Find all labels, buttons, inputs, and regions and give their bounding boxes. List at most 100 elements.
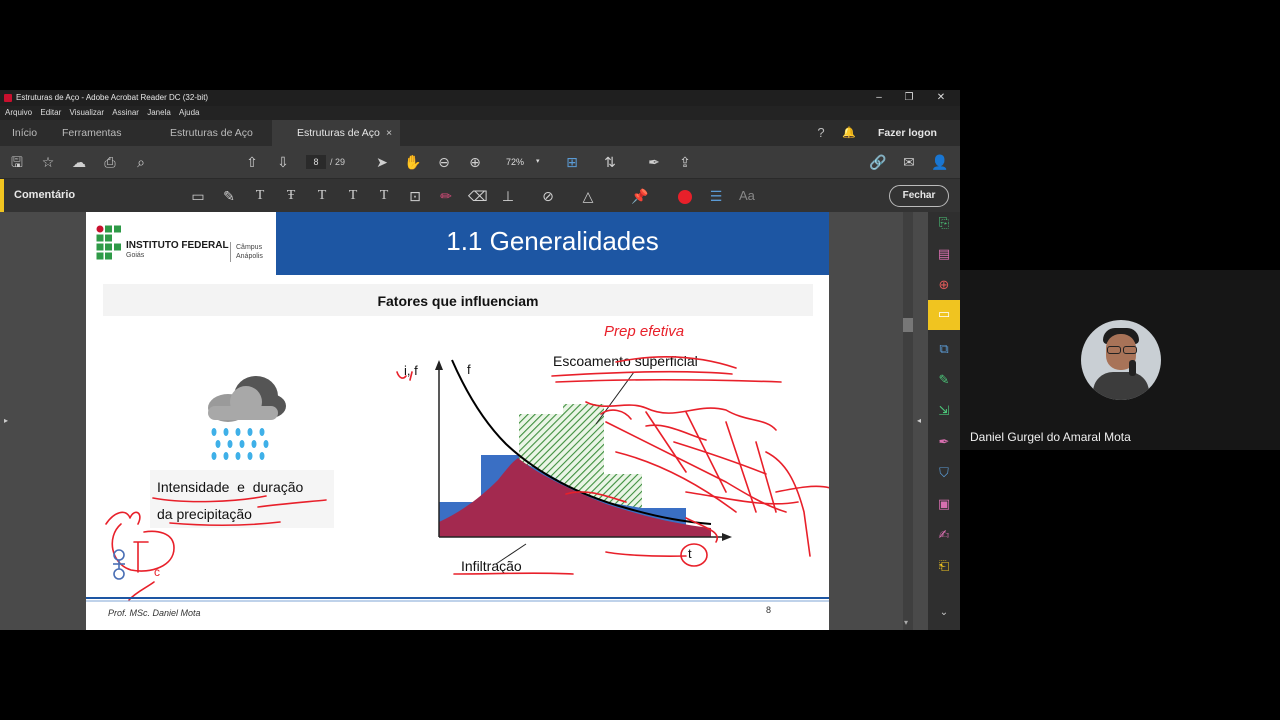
zoom-out-icon[interactable]: ⊖ bbox=[435, 153, 453, 171]
replace-text-icon[interactable]: T bbox=[313, 187, 331, 205]
link-icon[interactable]: 🔗 bbox=[869, 153, 887, 171]
close-comment-button[interactable]: Fechar bbox=[889, 185, 949, 207]
color-picker-icon[interactable] bbox=[678, 190, 692, 204]
chevron-down-icon: ▾ bbox=[536, 158, 540, 165]
tc-symbol-icon bbox=[113, 549, 125, 580]
menu-ajuda[interactable]: Ajuda bbox=[179, 106, 199, 120]
minimize-button[interactable]: – bbox=[864, 90, 894, 106]
window-title: Estruturas de Aço - Adobe Acrobat Reader… bbox=[16, 93, 209, 102]
page-display-icon[interactable]: ⊞ bbox=[563, 153, 581, 171]
acrobat-app-icon bbox=[4, 94, 12, 102]
infiltration-label: Infiltração bbox=[461, 558, 522, 574]
font-size-icon[interactable]: Aa bbox=[739, 179, 755, 212]
main-toolbar: 🖫 ☆ ☁ ⎙ ⌕ ⇧ ⇩ 8 / 29 ➤ ✋ ⊖ ⊕ 72% ▾ ⊞ ⇅ ✒… bbox=[0, 146, 960, 179]
menu-janela[interactable]: Janela bbox=[147, 106, 171, 120]
document-area: ▸ INSTITUTO FEDERAL Goiás Câmpus Anápoli… bbox=[0, 212, 928, 630]
organize-pages-icon[interactable]: ▤ bbox=[935, 245, 953, 263]
combine-files-icon[interactable]: ⧉ bbox=[935, 340, 953, 358]
maximize-button[interactable]: ❐ bbox=[894, 90, 924, 106]
help-icon[interactable]: ? bbox=[812, 120, 830, 146]
email-icon[interactable]: ✉ bbox=[900, 153, 918, 171]
shapes-icon[interactable]: △ bbox=[579, 187, 597, 205]
text-box-icon[interactable]: ⊡ bbox=[406, 187, 424, 205]
edit-pdf-icon[interactable]: ✎ bbox=[935, 371, 953, 389]
menu-visualizar[interactable]: Visualizar bbox=[70, 106, 105, 120]
acrobat-window: Estruturas de Aço - Adobe Acrobat Reader… bbox=[0, 90, 960, 630]
vertical-scrollbar[interactable]: ▾ bbox=[903, 212, 913, 630]
tools-pane: ⎘ ▤ ⊕ ▭ ⧉ ✎ ⇲ ✒ ⛉ ▣ ✍ ⎗ ⌄ bbox=[928, 212, 960, 630]
insert-text-icon[interactable]: T bbox=[344, 187, 362, 205]
menu-arquivo[interactable]: Arquivo bbox=[5, 106, 32, 120]
participant-avatar bbox=[1081, 320, 1161, 400]
fill-sign-pane-icon[interactable]: ✒ bbox=[935, 433, 953, 451]
attach-file-icon[interactable]: ⊘ bbox=[539, 187, 557, 205]
zoom-value: 72% bbox=[506, 157, 525, 167]
participant-name: Daniel Gurgel do Amaral Mota bbox=[970, 430, 1131, 444]
add-user-icon[interactable]: 👤 bbox=[931, 153, 949, 171]
fill-sign-icon[interactable]: ✒ bbox=[645, 153, 663, 171]
scrollbar-thumb[interactable] bbox=[903, 318, 913, 332]
comment-tool-active[interactable]: ▭ bbox=[928, 300, 960, 330]
right-panel-toggle-icon[interactable]: ◂ bbox=[917, 416, 921, 425]
menu-assinar[interactable]: Assinar bbox=[112, 106, 139, 120]
hand-tool-icon[interactable]: ✋ bbox=[404, 153, 422, 171]
tab-home[interactable]: Início bbox=[12, 120, 37, 146]
print-icon[interactable]: ⎙ bbox=[101, 153, 119, 171]
prepare-form-icon[interactable]: ▣ bbox=[935, 495, 953, 513]
highlight-pen-icon[interactable]: ✎ bbox=[220, 187, 238, 205]
request-signature-icon[interactable]: ✍ bbox=[935, 526, 953, 544]
upload-cloud-icon[interactable]: ☁ bbox=[70, 153, 88, 171]
sign-in-link[interactable]: Fazer logon bbox=[878, 120, 937, 146]
next-page-icon[interactable]: ⇩ bbox=[274, 153, 292, 171]
infiltration-diagram: i, f f t Escoamento superficial Infiltra… bbox=[86, 323, 829, 618]
page-number-input[interactable]: 8 bbox=[306, 155, 326, 169]
comment-accent-bar bbox=[0, 179, 4, 212]
pin-icon[interactable]: 📌 bbox=[631, 187, 649, 205]
share-icon[interactable]: ⇪ bbox=[676, 153, 694, 171]
tab-tools[interactable]: Ferramentas bbox=[62, 120, 122, 146]
eraser-icon[interactable]: ⌫ bbox=[468, 187, 488, 205]
handwritten-note: Prep efetiva bbox=[604, 323, 684, 340]
slide-page-number: 8 bbox=[766, 605, 771, 615]
comment-toolbar: Comentário ▭ ✎ T Ŧ T T T ⊡ ✏ ⌫ ⊥ ⊘ △ 📌 ☰… bbox=[0, 179, 960, 212]
tab-document-2[interactable]: Estruturas de Aço × bbox=[272, 120, 400, 146]
add-text-icon[interactable]: T bbox=[375, 187, 393, 205]
page-total: / 29 bbox=[330, 157, 346, 167]
compress-icon[interactable]: ⇲ bbox=[935, 402, 953, 420]
participant-video-tile: Daniel Gurgel do Amaral Mota bbox=[960, 270, 1280, 450]
export-pdf-icon[interactable]: ⎘ bbox=[935, 214, 953, 232]
menu-bar: Arquivo Editar Visualizar Assinar Janela… bbox=[0, 106, 960, 120]
scroll-down-icon[interactable]: ▾ bbox=[904, 618, 908, 627]
slide-page: INSTITUTO FEDERAL Goiás Câmpus Anápolis … bbox=[86, 212, 829, 630]
tab-bar: Início Ferramentas Estruturas de Aço Est… bbox=[0, 120, 960, 146]
protect-shield-icon[interactable]: ⛉ bbox=[935, 464, 953, 482]
text-underline-icon[interactable]: T bbox=[251, 187, 269, 205]
x-axis-arrow bbox=[722, 533, 732, 541]
tab-document-1[interactable]: Estruturas de Aço bbox=[146, 120, 270, 146]
create-pdf-icon[interactable]: ⊕ bbox=[935, 276, 953, 294]
save-icon[interactable]: 🖫 bbox=[8, 153, 26, 171]
send-comments-icon[interactable]: ⎗ bbox=[935, 557, 953, 575]
scroll-mode-icon[interactable]: ⇅ bbox=[601, 153, 619, 171]
select-cursor-icon[interactable]: ➤ bbox=[373, 153, 391, 171]
menu-editar[interactable]: Editar bbox=[40, 106, 61, 120]
left-panel-toggle-icon[interactable]: ▸ bbox=[4, 416, 8, 425]
stamp-icon[interactable]: ⊥ bbox=[499, 187, 517, 205]
draw-pencil-icon[interactable]: ✏ bbox=[437, 187, 455, 205]
footer-author: Prof. MSc. Daniel Mota bbox=[108, 608, 201, 618]
zoom-in-icon[interactable]: ⊕ bbox=[466, 153, 484, 171]
zoom-search-icon[interactable]: ⌕ bbox=[132, 153, 150, 171]
more-tools-chevron-icon[interactable]: ⌄ bbox=[935, 604, 953, 622]
bell-icon[interactable]: 🔔 bbox=[842, 120, 856, 146]
text-strikethrough-icon[interactable]: Ŧ bbox=[282, 187, 300, 205]
bookmark-star-icon[interactable]: ☆ bbox=[39, 153, 57, 171]
sticky-note-icon[interactable]: ▭ bbox=[189, 187, 207, 205]
previous-page-icon[interactable]: ⇧ bbox=[243, 153, 261, 171]
close-window-button[interactable]: ✕ bbox=[926, 90, 956, 106]
y-axis-arrow bbox=[435, 360, 443, 370]
tab-document-2-label: Estruturas de Aço bbox=[297, 127, 380, 139]
comment-label: Comentário bbox=[14, 189, 76, 201]
line-width-icon[interactable]: ☰ bbox=[707, 187, 725, 205]
tab-close-icon[interactable]: × bbox=[386, 120, 392, 146]
zoom-select[interactable]: 72% ▾ bbox=[500, 155, 552, 169]
